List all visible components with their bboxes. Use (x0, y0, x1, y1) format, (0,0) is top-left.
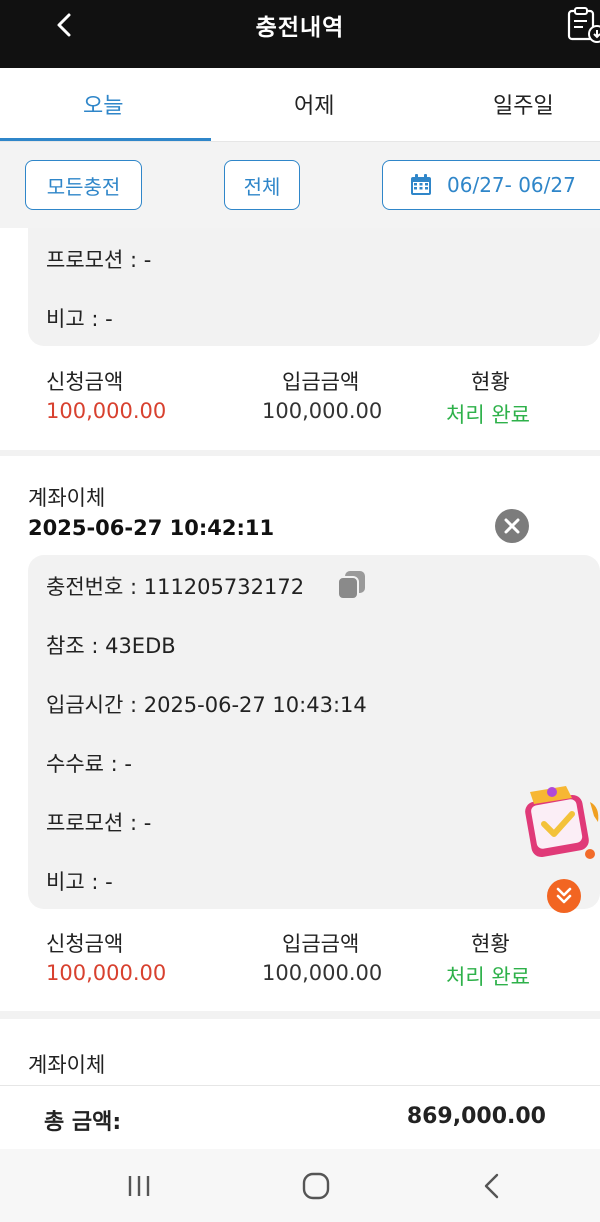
tab-yesterday[interactable]: 어제 (294, 88, 334, 120)
detail-deposit-time: 입금시간 : 2025-06-27 10:43:14 (46, 693, 367, 717)
detail-value: 43EDB (105, 634, 176, 658)
detail-note: 비고 : - (46, 870, 113, 894)
detail-value: 111205732172 (143, 575, 305, 599)
detail-charge-number: 충전번호 : 111205732172 (46, 575, 305, 599)
deposit-amount-label: 입금금액 (282, 370, 360, 394)
requested-amount-label: 신청금액 (46, 370, 124, 394)
deposit-amount-value: 100,000.00 (262, 961, 383, 985)
chevron-double-down-icon[interactable] (546, 878, 582, 914)
total-label: 총 금액: (44, 1110, 122, 1135)
detail-promotion: 프로모션 : - (46, 811, 152, 835)
calendar-icon (411, 174, 431, 195)
page-title: 충전내역 (255, 15, 345, 41)
deposit-amount-value: 100,000.00 (262, 399, 383, 423)
record-detail-box: 충전번호 : 111205732172 참조 : 43EDB 입금시간 : 20… (28, 555, 600, 909)
date-range-button[interactable]: 06/27- 06/27 (382, 160, 600, 210)
status-value: 처리 완료 (446, 965, 530, 989)
copy-icon[interactable] (336, 569, 368, 601)
back-nav-icon[interactable] (477, 1171, 509, 1201)
date-range-label: 06/27- 06/27 (447, 173, 576, 197)
detail-reference: 참조 : 43EDB (46, 634, 176, 658)
deposit-amount-label: 입금금액 (282, 932, 360, 956)
tab-week[interactable]: 일주일 (493, 88, 554, 120)
total-bar: 총 금액: 869,000.00 (0, 1085, 600, 1149)
all-status-filter-button[interactable]: 전체 (224, 160, 300, 210)
clipboard-download-icon (567, 7, 600, 43)
date-tabs: 오늘 어제 일주일 (0, 68, 600, 142)
tab-today[interactable]: 오늘 (83, 88, 123, 120)
gift-box-icon[interactable] (520, 782, 600, 864)
status-label: 현황 (471, 932, 510, 956)
detail-promotion: 프로모션 : - (46, 248, 152, 272)
detail-value: - (105, 307, 113, 331)
top-app-bar: 충전내역 (0, 0, 600, 68)
home-icon[interactable] (300, 1171, 332, 1201)
detail-label: 프로모션 (46, 248, 124, 272)
detail-value: - (124, 752, 132, 776)
detail-value: 2025-06-27 10:43:14 (143, 693, 367, 717)
detail-note: 비고 : - (46, 307, 113, 331)
system-nav-bar (0, 1149, 600, 1222)
detail-fee: 수수료 : - (46, 752, 132, 776)
record-type: 계좌이체 (28, 1053, 106, 1077)
status-value: 처리 완료 (446, 403, 530, 427)
detail-value: - (105, 870, 113, 894)
filter-bar: 모든충전 전체 06/27- 06/27 (0, 142, 600, 228)
detail-label: 참조 (46, 634, 85, 658)
detail-label: 프로모션 (46, 811, 124, 835)
detail-label: 비고 (46, 870, 85, 894)
charge-record-card: 계좌이체 2025-06-27 10:42:11 충전번호 : 11120573… (0, 456, 600, 1011)
detail-label: 비고 (46, 307, 85, 331)
charge-record-card: 프로모션 : - 비고 : - 신청금액 100,000.00 입금금액 100… (0, 228, 600, 450)
record-time: 2025-06-27 10:42:11 (28, 516, 275, 540)
requested-amount-label: 신청금액 (46, 932, 124, 956)
record-type: 계좌이체 (28, 486, 106, 510)
charge-record-card: 계좌이체 (0, 1019, 600, 1085)
requested-amount-value: 100,000.00 (46, 399, 167, 423)
detail-label: 수수료 (46, 752, 104, 776)
detail-label: 입금시간 (46, 693, 124, 717)
requested-amount-value: 100,000.00 (46, 961, 167, 985)
close-icon[interactable] (494, 508, 530, 544)
status-label: 현황 (471, 370, 510, 394)
record-detail-box: 프로모션 : - 비고 : - (28, 228, 600, 346)
detail-label: 충전번호 (46, 575, 124, 599)
charge-history-list: 프로모션 : - 비고 : - 신청금액 100,000.00 입금금액 100… (0, 228, 600, 1085)
total-value: 869,000.00 (406, 1104, 546, 1129)
all-charge-filter-button[interactable]: 모든충전 (25, 160, 142, 210)
active-tab-indicator (0, 138, 211, 141)
detail-value: - (143, 811, 152, 835)
download-history-button[interactable] (566, 6, 600, 44)
detail-value: - (143, 248, 152, 272)
recent-apps-icon[interactable] (123, 1171, 155, 1201)
